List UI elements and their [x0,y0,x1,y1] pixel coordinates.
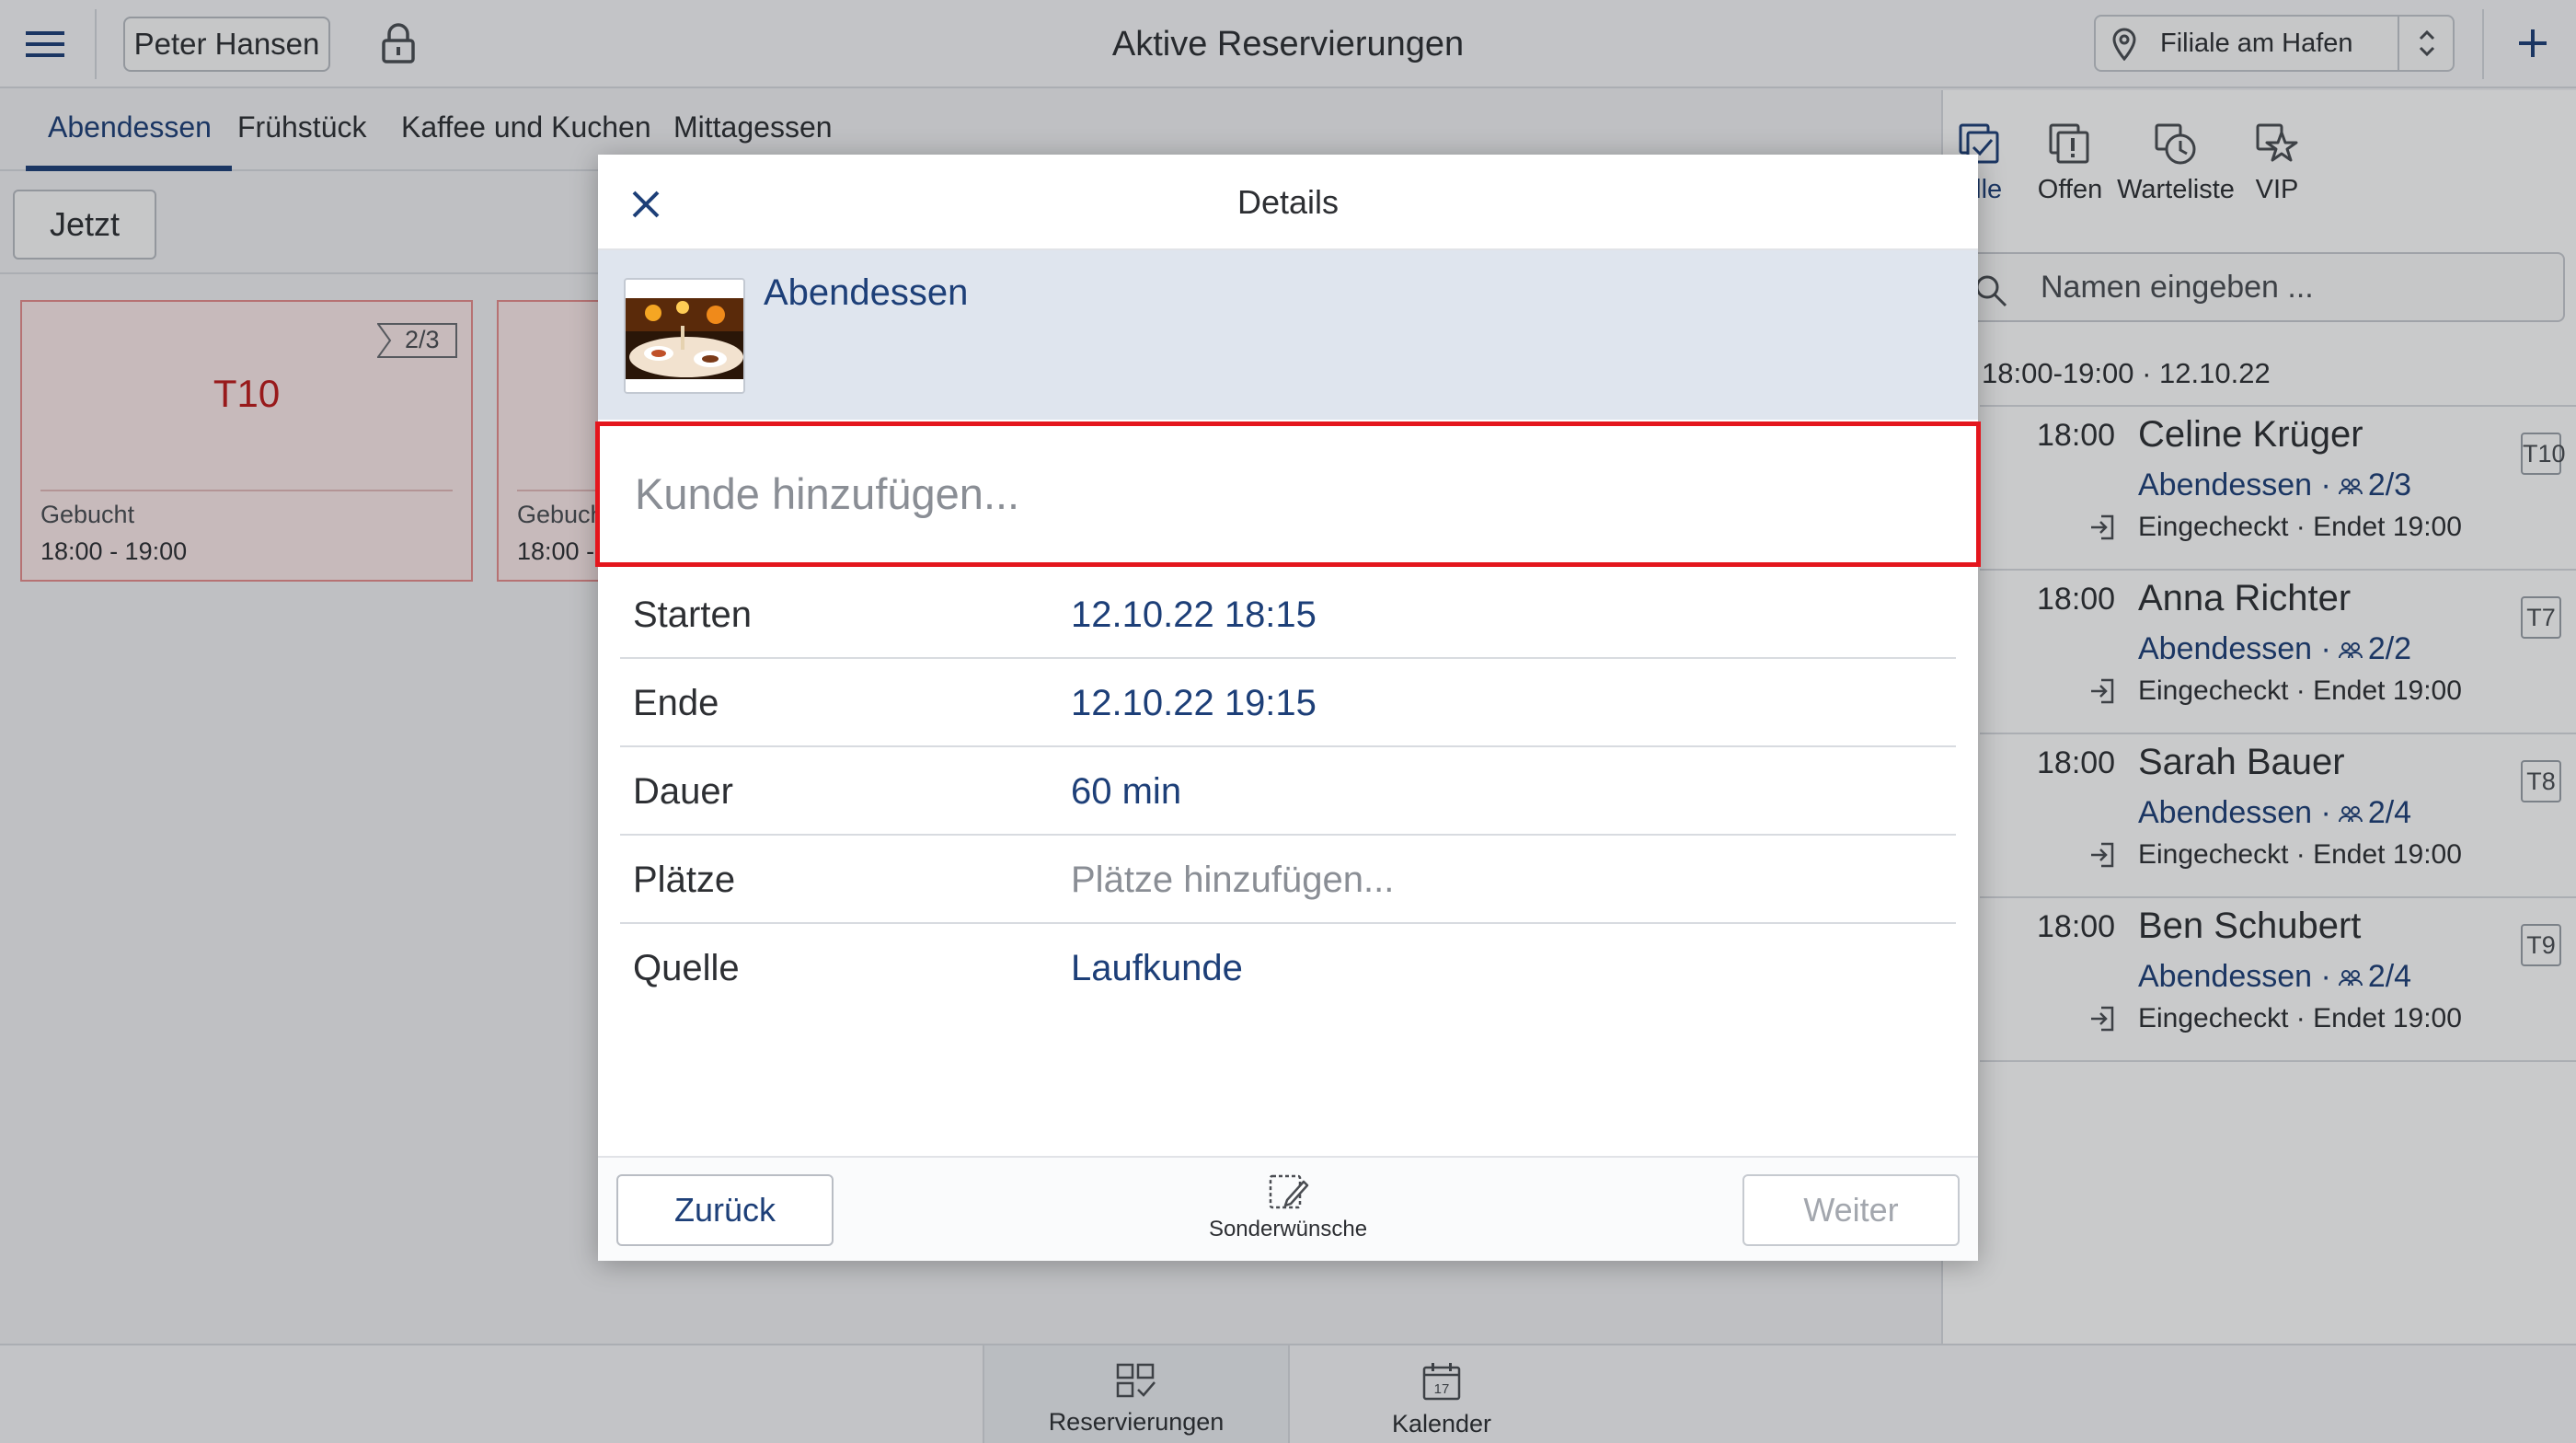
dialog-footer: Zurück Sonderwünsche Weiter [598,1156,1978,1261]
note-edit-icon [1269,1174,1309,1209]
detail-row-start[interactable]: Starten 12.10.22 18:15 [620,571,1956,659]
service-header: Abendessen [598,250,1978,420]
start-value: 12.10.22 18:15 [1071,595,1317,635]
customer-input[interactable]: Kunde hinzufügen... [595,421,1981,567]
back-button[interactable]: Zurück [616,1174,834,1246]
next-button[interactable]: Weiter [1742,1174,1960,1246]
dialog-header: Details [598,155,1978,250]
detail-row-end[interactable]: Ende 12.10.22 19:15 [620,659,1956,747]
close-icon[interactable] [629,188,662,221]
detail-row-source[interactable]: Quelle Laufkunde [620,924,1956,1012]
detail-row-duration[interactable]: Dauer 60 min [620,747,1956,836]
duration-value: 60 min [1071,771,1182,812]
dialog-title: Details [1236,183,1340,221]
special-requests-button[interactable]: Sonderwünsche [1187,1171,1389,1242]
service-image [624,278,745,394]
detail-row-seats[interactable]: Plätze Plätze hinzufügen... [620,836,1956,924]
details-dialog: Details Abendessen Kunde hinzufügen... S… [595,155,1981,1261]
source-value: Laufkunde [1071,948,1243,988]
service-name: Abendessen [764,272,969,313]
seats-input[interactable]: Plätze hinzufügen... [1071,836,1394,924]
end-value: 12.10.22 19:15 [1071,683,1317,723]
